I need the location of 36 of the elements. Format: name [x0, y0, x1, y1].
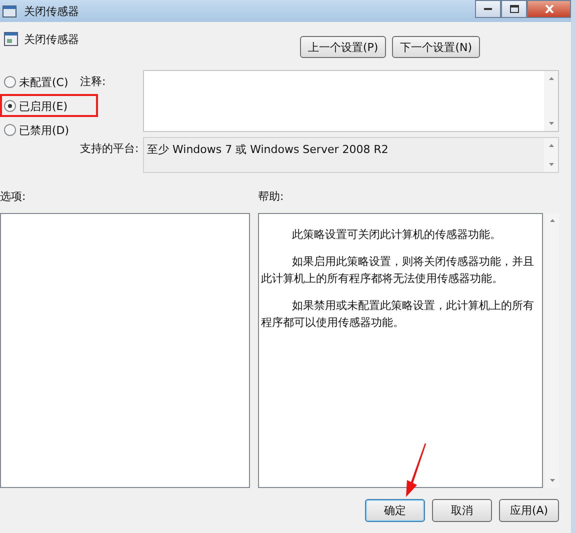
- comment-label: 注释:: [80, 74, 107, 90]
- help-paragraph: 如果禁用或未配置此策略设置，此计算机上的所有程序都可以使用传感器功能。: [261, 298, 535, 331]
- policy-icon: [2, 4, 18, 18]
- ok-button[interactable]: 确定: [365, 499, 425, 522]
- maximize-icon: [510, 5, 518, 13]
- scroll-up-icon: [548, 77, 554, 80]
- help-paragraph: 此策略设置可关闭此计算机的传感器功能。: [290, 227, 502, 243]
- scrollbar[interactable]: [545, 213, 559, 488]
- scroll-up-icon: [548, 144, 554, 147]
- platform-text: 至少 Windows 7 或 Windows Server 2008 R2: [146, 142, 390, 158]
- policy-title: 关闭传感器: [24, 32, 79, 47]
- dialog-button[interactable]: 取消: [432, 499, 492, 522]
- comment-field[interactable]: [143, 70, 559, 132]
- policy-icon: [4, 32, 18, 46]
- setting-nav-button[interactable]: 下一个设置(N): [392, 36, 480, 58]
- minimize-button[interactable]: [475, 0, 501, 18]
- close-button[interactable]: [527, 0, 571, 18]
- scroll-down-icon: [548, 122, 554, 125]
- window-title: 关闭传感器: [24, 4, 79, 18]
- close-icon: [544, 5, 554, 13]
- scrollbar[interactable]: [544, 138, 558, 172]
- radio-option[interactable]: 已启用(E): [0, 98, 80, 114]
- options-label: 选项:: [0, 189, 27, 205]
- dialog-button[interactable]: 应用(A): [499, 499, 559, 522]
- radio-option[interactable]: 未配置(C): [0, 74, 80, 90]
- scroll-down-icon: [548, 163, 554, 166]
- scroll-up-icon: [550, 219, 554, 222]
- radio-option[interactable]: 已禁用(D): [0, 122, 80, 138]
- minimize-icon: [484, 8, 492, 10]
- help-label: 帮助:: [258, 189, 284, 205]
- help-paragraph: 如果启用此策略设置，则将关闭传感器功能，并且此计算机上的所有程序都将无法使用传感器功能。: [261, 254, 535, 287]
- platform-label: 支持的平台:: [80, 141, 140, 157]
- scroll-down-icon: [550, 479, 554, 482]
- scrollbar[interactable]: [544, 71, 558, 131]
- setting-nav-button[interactable]: 上一个设置(P): [300, 36, 386, 58]
- maximize-button[interactable]: [501, 0, 527, 18]
